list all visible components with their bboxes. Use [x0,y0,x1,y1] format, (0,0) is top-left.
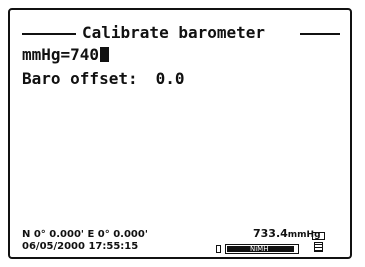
battery-icon: NiMH [216,244,300,254]
battery-gauge: NiMH [225,244,299,254]
baro-offset-label: Baro offset: [22,69,138,88]
date-time: 06/05/2000 17:55:15 [22,241,139,252]
title-divider-right [300,33,340,35]
instrument-screen: Calibrate barometer mmHg=740 Baro offset… [8,8,352,259]
screen-title: Calibrate barometer [22,24,340,42]
title-divider-left [22,33,76,35]
device-icon [312,232,325,252]
baro-offset-field[interactable]: Baro offset: 0.0 [22,70,185,88]
battery-type-label: NiMH [250,245,269,253]
text-cursor [100,47,110,62]
page-title: Calibrate barometer [82,23,266,42]
mmhg-entry-field[interactable]: mmHg=740 [22,45,110,64]
pressure-readout: 733.4mmHg [253,228,321,241]
mmhg-value: mmHg=740 [22,45,100,64]
pressure-value: 733.4 [253,227,288,240]
battery-plug [216,245,221,253]
gps-coordinates: N 0° 0.000' E 0° 0.000' [22,229,148,240]
baro-offset-value: 0.0 [155,69,185,88]
